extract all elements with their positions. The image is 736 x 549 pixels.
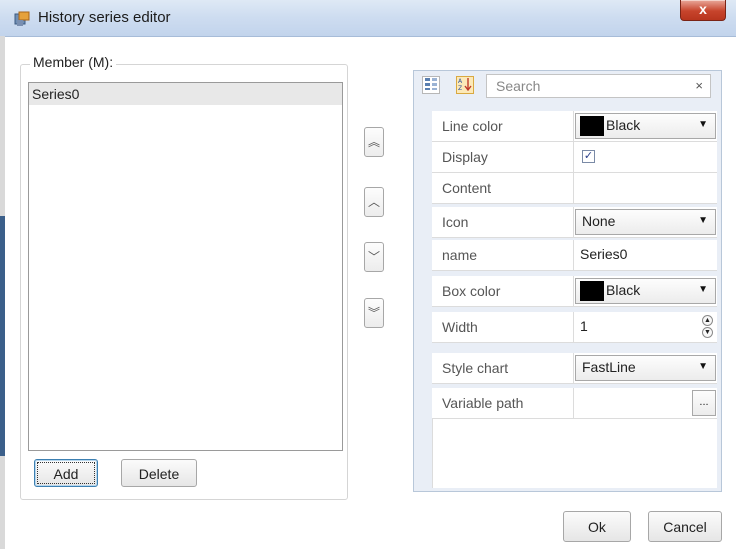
title-bar: History series editor x xyxy=(0,0,736,37)
property-row-line-color: Line color Black ▼ xyxy=(432,111,717,142)
style-chart-select[interactable]: FastLine ▼ xyxy=(575,355,716,381)
close-button[interactable]: x xyxy=(680,0,726,21)
property-label: Display xyxy=(442,149,488,165)
property-row-box-color: Box color Black ▼ xyxy=(432,276,717,307)
property-row-variable-path: Variable path ... xyxy=(432,388,717,419)
search-placeholder: Search xyxy=(496,78,541,94)
dropdown-arrow-icon: ▼ xyxy=(698,119,708,130)
color-swatch xyxy=(580,116,604,136)
property-row-content: Content xyxy=(432,173,717,204)
move-down-button[interactable]: ﹀ xyxy=(364,242,384,272)
property-label: name xyxy=(442,247,478,263)
cancel-button[interactable]: Cancel xyxy=(648,511,722,542)
property-row-style-chart: Style chart FastLine ▼ xyxy=(432,353,717,384)
combo-value: Black xyxy=(606,117,641,133)
icon-select[interactable]: None ▼ xyxy=(575,209,716,235)
list-item[interactable]: Series0 xyxy=(29,83,342,105)
app-icon xyxy=(14,11,30,26)
chevron-down-icon: ﹀ xyxy=(367,250,380,264)
combo-value: None xyxy=(582,213,616,229)
property-label: Style chart xyxy=(442,360,509,376)
alphabetical-sort-icon: A Z xyxy=(458,78,472,92)
categorized-icon xyxy=(425,78,437,90)
ok-button[interactable]: Ok xyxy=(563,511,631,542)
window-edge xyxy=(0,36,5,549)
svg-text:A: A xyxy=(458,78,463,85)
spin-up-icon[interactable]: ▲ xyxy=(702,315,713,326)
content-input[interactable] xyxy=(573,173,716,203)
property-label: Variable path xyxy=(442,395,524,411)
categorized-button[interactable] xyxy=(422,76,440,94)
svg-text:Z: Z xyxy=(458,85,462,91)
property-row-name: name Series0 xyxy=(432,240,717,271)
variable-path-input[interactable]: ... xyxy=(573,388,716,418)
property-row-width: Width 1 ▲ ▼ xyxy=(432,312,717,343)
line-color-select[interactable]: Black ▼ xyxy=(575,113,716,139)
window-title: History series editor xyxy=(38,9,171,26)
property-grid-empty-area xyxy=(432,419,717,488)
property-row-display: Display ✓ xyxy=(432,142,717,173)
property-label: Content xyxy=(442,180,492,196)
property-label: Width xyxy=(442,319,478,335)
property-row-icon: Icon None ▼ xyxy=(432,207,717,238)
display-checkbox[interactable]: ✓ xyxy=(582,150,595,163)
chevron-up-icon: ︿ xyxy=(367,195,380,209)
double-chevron-up-icon: ︽ xyxy=(367,135,380,149)
sort-button[interactable]: A Z xyxy=(456,76,474,94)
dropdown-arrow-icon: ▼ xyxy=(698,361,708,372)
property-label: Line color xyxy=(442,118,503,134)
search-input[interactable]: Search × xyxy=(486,74,711,98)
delete-button[interactable]: Delete xyxy=(121,459,197,487)
add-button[interactable]: Add xyxy=(34,459,98,487)
dropdown-arrow-icon: ▼ xyxy=(698,284,708,295)
clear-search-icon[interactable]: × xyxy=(695,78,703,93)
combo-value: FastLine xyxy=(582,359,636,375)
property-label: Box color xyxy=(442,283,501,299)
combo-value: Black xyxy=(606,282,641,298)
double-chevron-down-icon: ︾ xyxy=(367,306,380,320)
move-bottom-button[interactable]: ︾ xyxy=(364,298,384,328)
move-up-button[interactable]: ︿ xyxy=(364,187,384,217)
member-list[interactable]: Series0 xyxy=(28,82,343,451)
box-color-select[interactable]: Black ▼ xyxy=(575,278,716,304)
member-group-label: Member (M): xyxy=(30,54,117,70)
color-swatch xyxy=(580,281,604,301)
property-label: Icon xyxy=(442,214,469,230)
name-input[interactable]: Series0 xyxy=(573,240,716,270)
width-stepper[interactable]: 1 ▲ ▼ xyxy=(573,312,716,342)
dropdown-arrow-icon: ▼ xyxy=(698,215,708,226)
browse-button[interactable]: ... xyxy=(692,390,716,416)
spin-down-icon[interactable]: ▼ xyxy=(702,327,713,338)
move-top-button[interactable]: ︽ xyxy=(364,127,384,157)
